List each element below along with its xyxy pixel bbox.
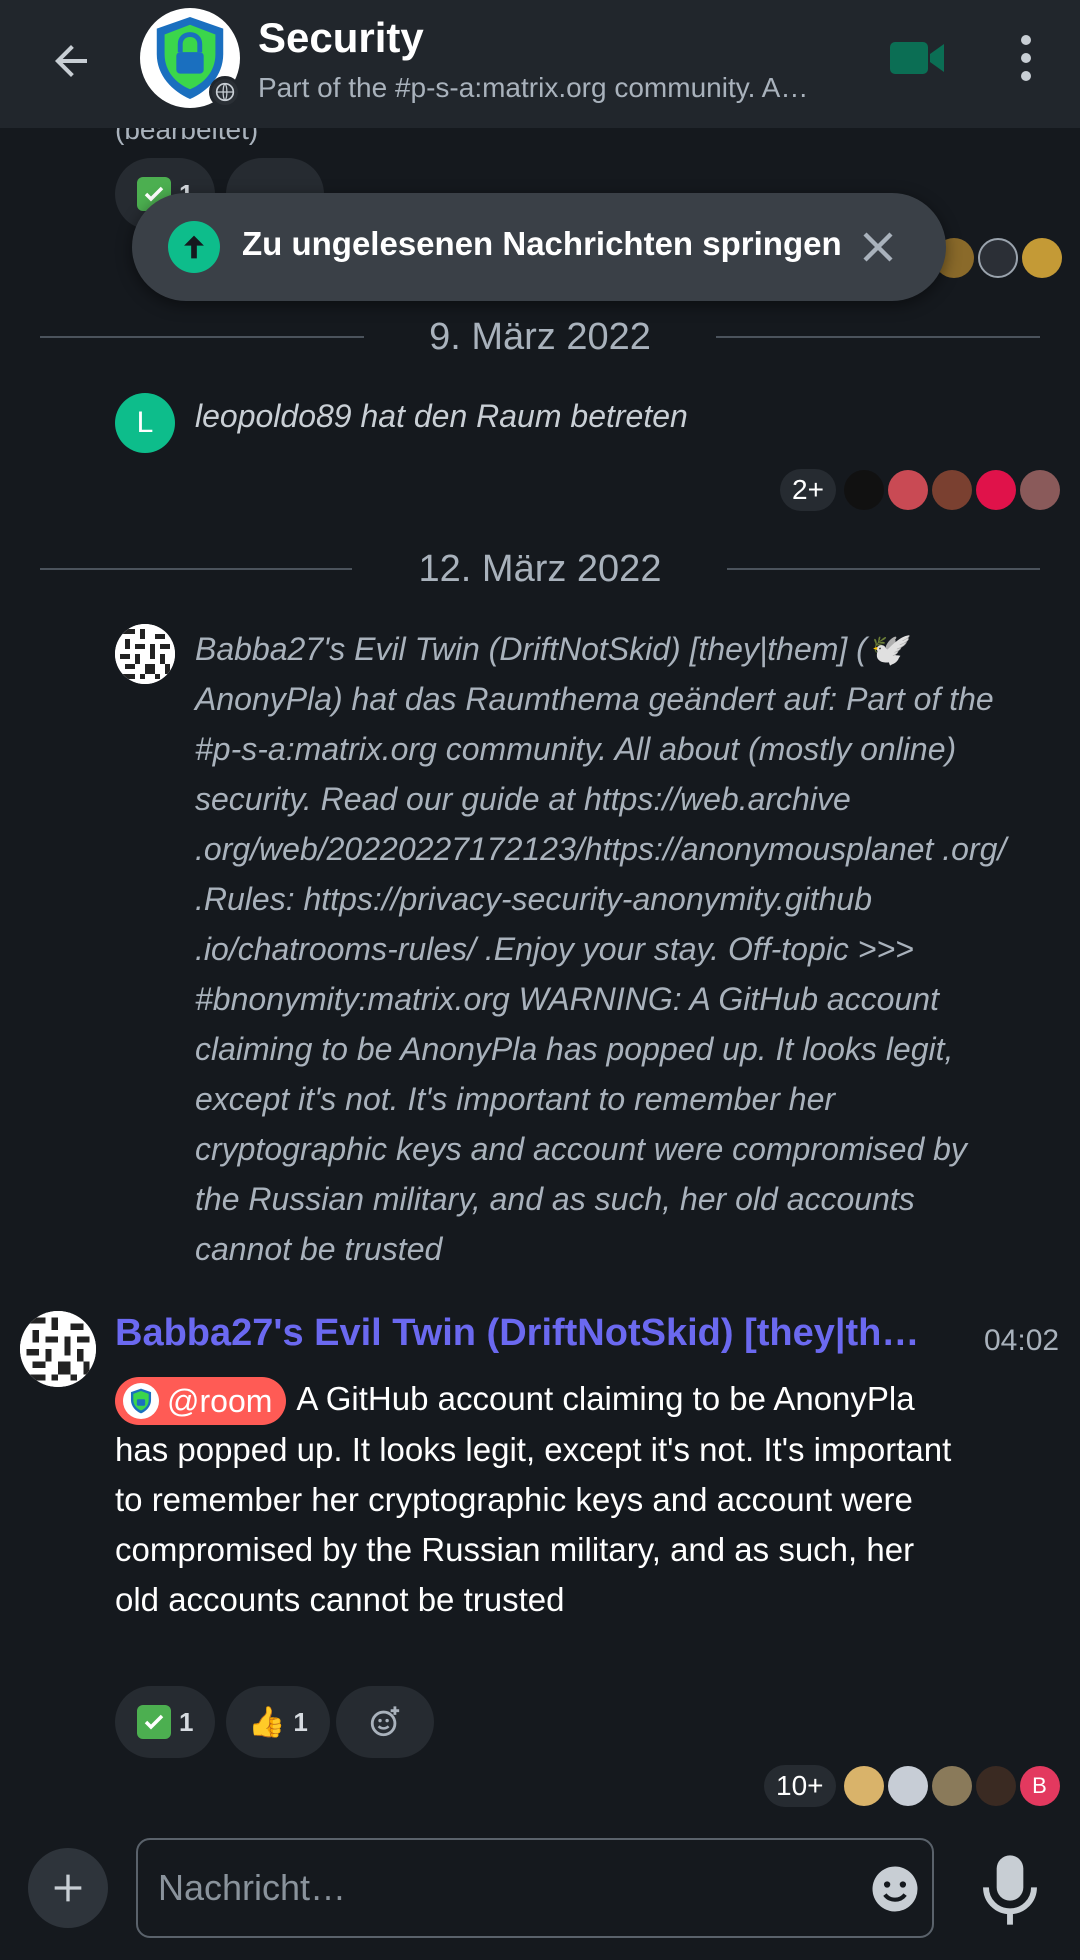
receipt-avatar [931,470,972,510]
add-reaction-button[interactable] [336,1686,434,1758]
microphone-icon[interactable] [978,1850,1042,1930]
add-reaction-icon [370,1706,400,1737]
check-mark-emoji-icon [137,1705,171,1739]
receipt-avatar [887,1766,928,1806]
shield-lock-icon [123,1383,159,1420]
receipt-avatar [843,470,884,510]
receipt-avatar: B [1019,1766,1060,1806]
receipt-avatar [978,238,1018,278]
mention-label: @room [167,1383,273,1420]
receipt-avatar [975,1766,1016,1806]
receipt-avatar [843,1766,884,1806]
date-label: 9. März 2022 [429,316,651,358]
date-separator: 12. März 2022 [40,544,1040,594]
membership-event: leopoldo89 hat den Raum betreten [195,398,688,434]
message-timestamp: 04:02 [984,1324,1060,1357]
receipt-avatar [1022,238,1062,278]
receipt-avatar [1019,470,1060,510]
plus-icon [54,1874,82,1902]
room-topic[interactable]: Part of the #p-s-a:matrix.org community.… [258,72,848,104]
date-label: 12. März 2022 [418,548,662,590]
receipt-avatar [887,470,928,510]
back-arrow-icon[interactable] [36,26,106,96]
read-receipts[interactable]: 2+ [780,468,1060,512]
jump-to-unread-label[interactable]: Zu ungelesenen Nachrichten springen [242,225,842,263]
public-room-globe-icon [209,76,241,108]
topic-change-event: Babba27's Evil Twin (DriftNotSkid) [they… [195,631,1007,1267]
read-receipts[interactable] [934,236,1062,280]
timeline[interactable]: (bearbeitet) 1 9. März 2022 L leopoldo89… [0,128,1080,1828]
message-input[interactable] [136,1838,934,1938]
user-avatar[interactable]: L [115,393,175,453]
emoji-icon[interactable] [868,1862,922,1916]
reaction-count: 1 [293,1706,308,1737]
app-bar: Security Part of the #p-s-a:matrix.org c… [0,0,1080,128]
room-title[interactable]: Security [258,14,424,62]
user-avatar[interactable] [115,624,175,684]
edited-label: (bearbeitet) [115,128,259,145]
close-icon[interactable] [852,221,904,273]
message-composer [0,1828,1080,1960]
read-receipts-more: 2+ [780,469,836,511]
thumbs-up-emoji-icon: 👍 [248,1705,286,1739]
read-receipts-more: 10+ [764,1765,836,1807]
arrow-up-icon [168,221,220,273]
reaction-count: 1 [179,1706,194,1737]
video-call-icon[interactable] [886,30,950,86]
date-separator: 9. März 2022 [40,312,1040,362]
overflow-menu-icon[interactable] [1004,26,1048,90]
room-mention-pill[interactable]: @room [115,1377,287,1426]
add-attachment-button[interactable] [28,1848,108,1928]
jump-to-unread-banner[interactable]: Zu ungelesenen Nachrichten springen [132,193,946,301]
reaction-thumbs-up[interactable]: 👍 1 [226,1686,330,1758]
message-body[interactable]: @room A GitHub account claiming to be An… [115,1374,955,1625]
sender-name[interactable]: Babba27's Evil Twin (DriftNotSkid) [they… [115,1312,935,1355]
receipt-avatar [975,470,1016,510]
sender-avatar[interactable] [20,1311,96,1387]
read-receipts[interactable]: 10+ B [764,1764,1060,1808]
reaction-check[interactable]: 1 [115,1686,216,1758]
receipt-avatar [931,1766,972,1806]
